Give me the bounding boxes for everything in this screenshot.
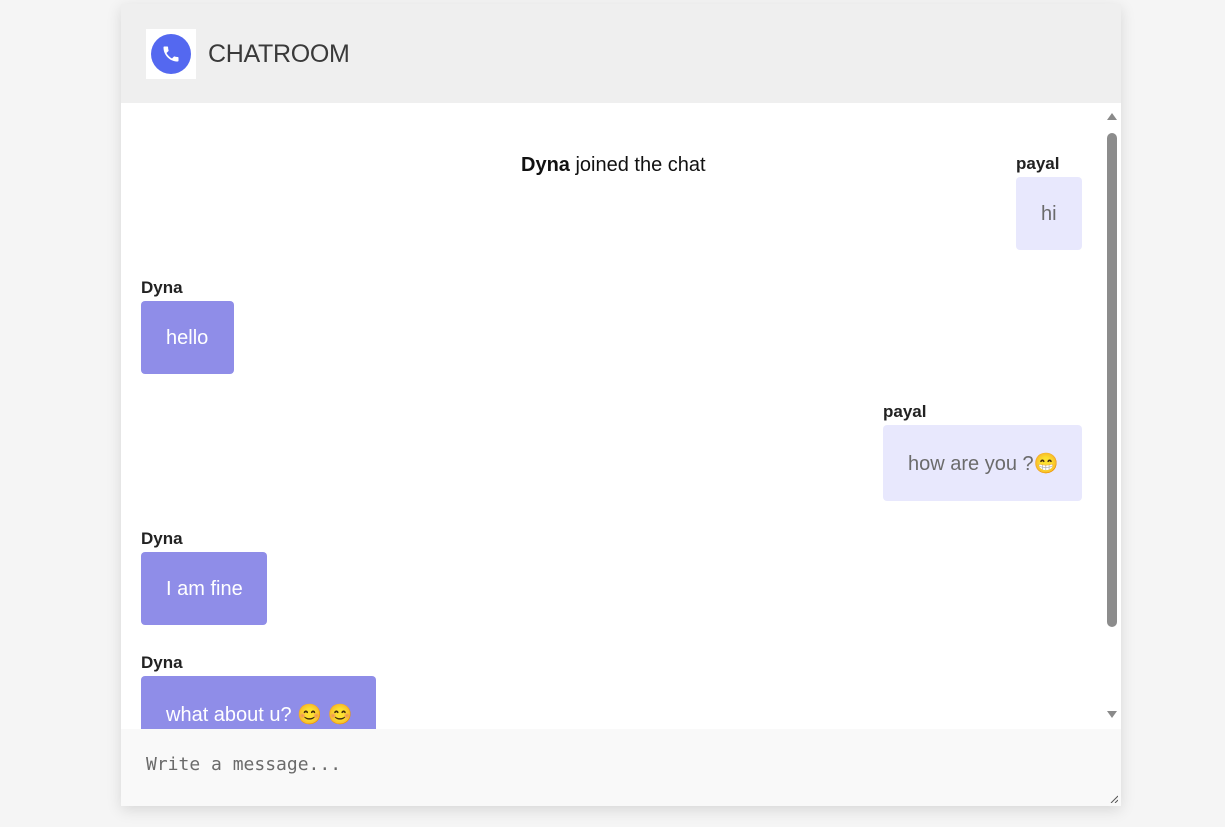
phone-icon (163, 46, 179, 62)
message-bubble-incoming: I am fine (141, 552, 267, 625)
chat-app: CHATROOM Dyna joined the chat payal hi D… (121, 4, 1121, 806)
message-list-scrollbar[interactable] (1103, 103, 1121, 729)
message-text: I am fine (166, 578, 243, 600)
join-notice-user: Dyna (521, 154, 570, 176)
message-composer (121, 729, 1121, 806)
message-bubble-incoming: what about u? 😊 😊 (141, 676, 376, 729)
message-sender: payal (1016, 154, 1060, 173)
message-text: hello (166, 327, 209, 349)
scroll-up-arrow-icon[interactable] (1107, 113, 1117, 120)
message-sender: Dyna (141, 278, 183, 297)
join-notice-text: joined the chat (569, 154, 706, 176)
message-sender: payal (883, 402, 927, 421)
chat-header: CHATROOM (121, 4, 1121, 103)
message-list[interactable]: Dyna joined the chat payal hi Dyna hello… (121, 103, 1103, 729)
resize-grip-icon[interactable] (1110, 795, 1118, 803)
message-text: what about u? 😊 😊 (166, 704, 353, 726)
app-title: CHATROOM (208, 40, 350, 68)
scroll-down-arrow-icon[interactable] (1107, 711, 1117, 718)
message-text: how are you ?😁 (908, 453, 1059, 475)
message-sender: Dyna (141, 653, 183, 672)
message-bubble-outgoing: hi (1016, 177, 1082, 250)
scroll-thumb[interactable] (1107, 133, 1117, 627)
message-input[interactable] (121, 729, 1121, 806)
message-text: hi (1041, 203, 1057, 225)
join-notice: Dyna joined the chat (521, 153, 706, 177)
app-logo (146, 29, 196, 79)
message-sender: Dyna (141, 529, 183, 548)
message-bubble-incoming: hello (141, 301, 234, 374)
message-bubble-outgoing: how are you ?😁 (883, 425, 1082, 501)
phone-logo-circle (151, 34, 191, 74)
